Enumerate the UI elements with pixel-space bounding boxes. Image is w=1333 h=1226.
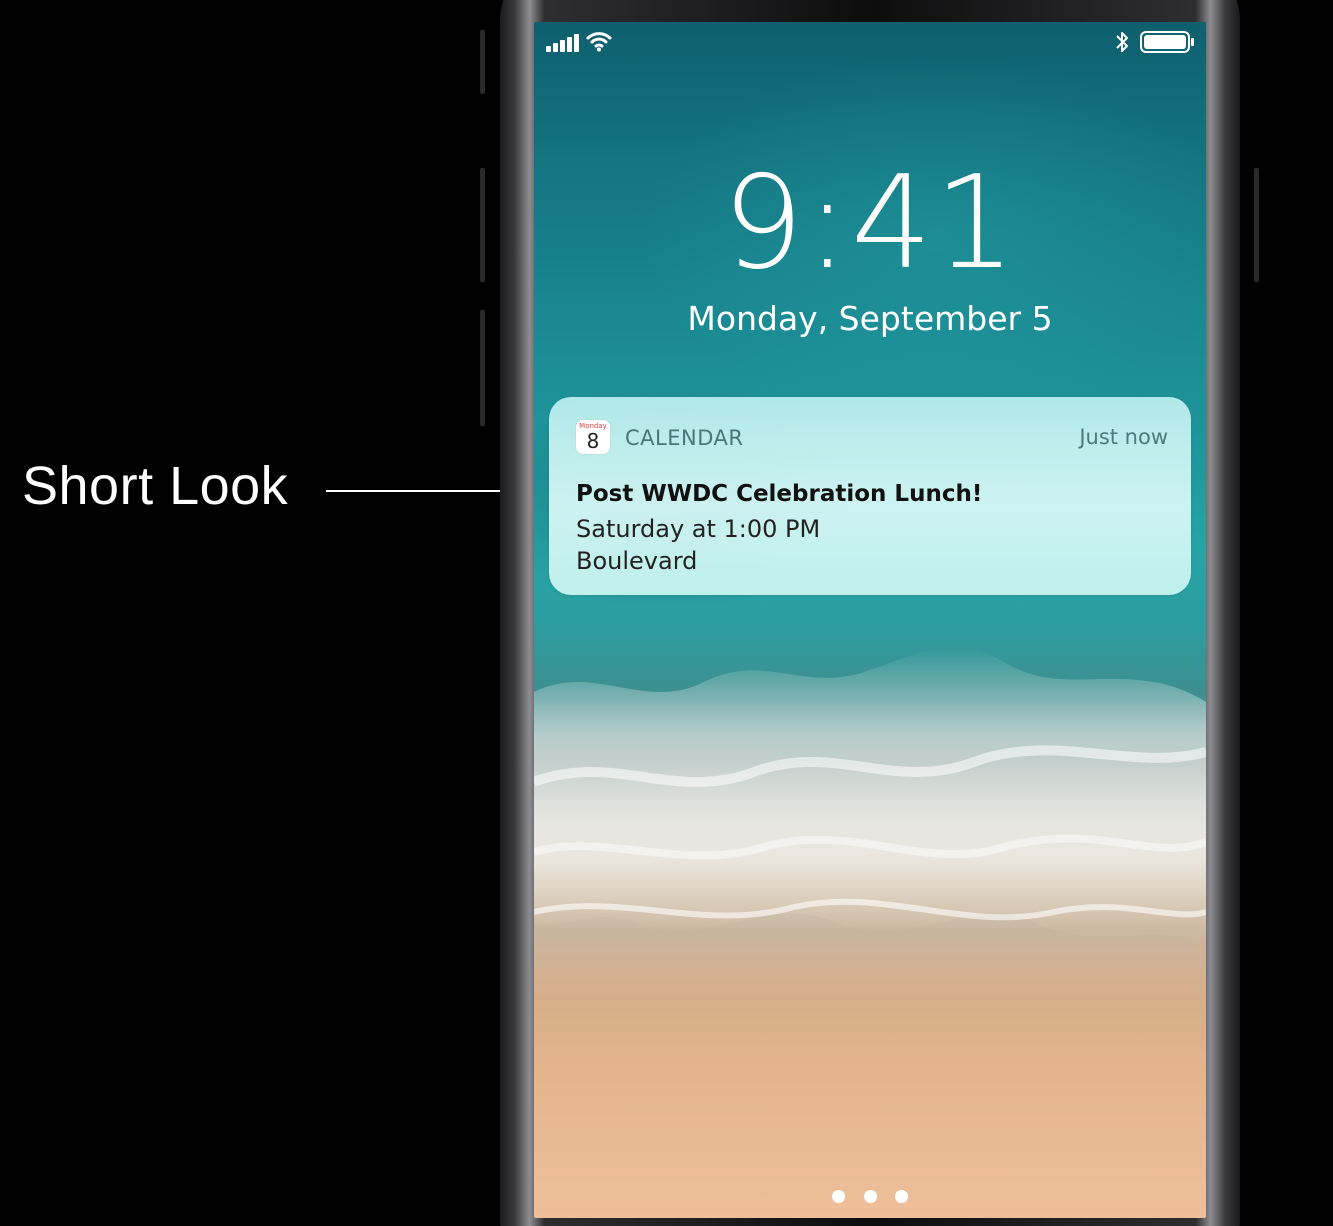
lock-date: Monday, September 5 <box>687 299 1053 338</box>
wifi-icon <box>586 32 612 52</box>
page-indicator[interactable] <box>534 1190 1206 1208</box>
calendar-icon: Monday 8 <box>576 420 610 454</box>
notification-app-name: CALENDAR <box>625 426 744 450</box>
volume-up-button <box>480 168 485 282</box>
wallpaper-foam <box>534 646 1206 942</box>
status-bar <box>534 22 1206 66</box>
lock-screen: 9:41 Monday, September 5 Monday 8 CALEND… <box>534 22 1206 1218</box>
annotation-label: Short Look <box>22 456 289 516</box>
power-button <box>1254 168 1259 282</box>
notification-card[interactable]: Monday 8 CALENDAR Just now Post WWDC Cel… <box>549 397 1191 595</box>
notification-time: Just now <box>1079 425 1168 449</box>
signal-bars-icon <box>546 34 579 52</box>
page-dot[interactable] <box>832 1190 846 1203</box>
notification-title: Post WWDC Celebration Lunch! <box>576 481 983 507</box>
calendar-icon-date: 8 <box>586 429 600 453</box>
page-dot[interactable] <box>894 1190 908 1203</box>
bluetooth-icon <box>1116 32 1128 52</box>
lock-time: 9:41 <box>722 149 1018 298</box>
stage: Short Look 9:41 Monday, September 5 Mond… <box>0 0 1333 1226</box>
mute-switch <box>480 30 485 94</box>
page-dot[interactable] <box>863 1190 877 1203</box>
notification-body-line-2: Boulevard <box>576 547 698 575</box>
battery-icon <box>1140 31 1194 53</box>
volume-down-button <box>480 310 485 426</box>
notification-body-line-1: Saturday at 1:00 PM <box>576 515 821 543</box>
